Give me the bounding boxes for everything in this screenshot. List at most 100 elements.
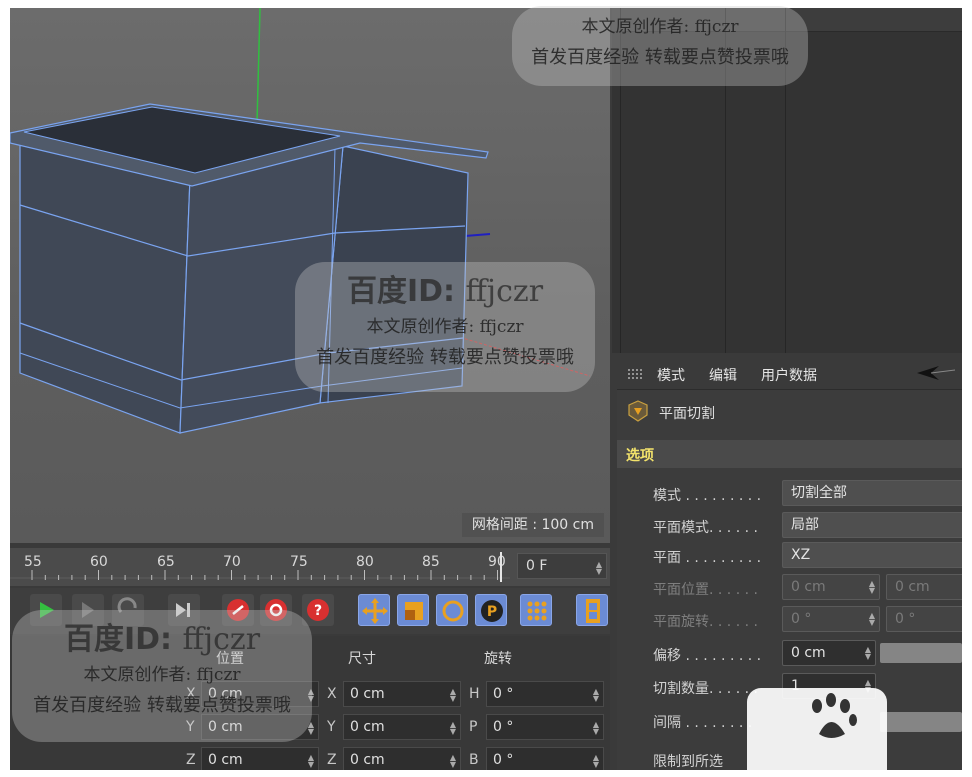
options-section-label: 选项 bbox=[626, 448, 654, 464]
size-y-value: 0 cm bbox=[350, 719, 385, 735]
rot-p-value: 0 ° bbox=[493, 719, 514, 735]
plane-mode-dropdown[interactable]: 局部 bbox=[782, 512, 962, 538]
left-face bbox=[19, 137, 191, 434]
watermark-id-prefix: 百度ID: bbox=[63, 622, 173, 657]
plane-rotation-field-2[interactable]: 0 ° bbox=[886, 606, 962, 632]
spinner-icon[interactable]: ▲▼ bbox=[596, 561, 602, 576]
plane-cut-icon bbox=[628, 400, 648, 422]
watermark-top: 本文原创作者: ffjczr 首发百度经验 转载要点赞投票哦 bbox=[512, 12, 808, 69]
object-title: 平面切割 bbox=[659, 406, 715, 422]
attribute-manager-panel: 模式 编辑 用户数据 平面切割 选项 模式 . . . . . . . . . … bbox=[617, 356, 962, 770]
offset-slider[interactable] bbox=[880, 643, 962, 663]
rot-b-axis: B bbox=[469, 752, 479, 768]
baidu-logo-watermark bbox=[747, 688, 887, 770]
svg-text:?: ? bbox=[314, 603, 322, 619]
grid-spacing-readout: 网格间距 : 100 cm bbox=[461, 513, 604, 537]
object-title-row: 平面切割 bbox=[617, 392, 962, 432]
watermark-notice-line: 首发百度经验 转载要点赞投票哦 bbox=[33, 695, 291, 716]
parameter-key-button[interactable]: P bbox=[475, 594, 507, 626]
spinner-icon[interactable]: ▲▼ bbox=[593, 754, 599, 769]
plane-rotation-value-2: 0 ° bbox=[895, 611, 916, 627]
watermark-bottom: 百度ID: ffjczr 本文原创作者: ffjczr 首发百度经验 转载要点赞… bbox=[12, 614, 312, 717]
plane-position-field-2[interactable]: 0 cm bbox=[886, 574, 962, 600]
attribute-menubar: 模式 编辑 用户数据 bbox=[617, 356, 962, 390]
size-z-value: 0 cm bbox=[350, 752, 385, 768]
rot-h-axis: H bbox=[469, 686, 480, 702]
spacing-slider[interactable] bbox=[880, 712, 962, 732]
offset-value: 0 cm bbox=[791, 645, 826, 661]
plane-position-field-1[interactable]: 0 cm ▲ ▼ bbox=[782, 574, 880, 600]
timeline-ruler[interactable]: 55 60 65 70 75 80 85 90 0 F ▲ ▼ bbox=[10, 548, 610, 586]
point-level-button[interactable] bbox=[520, 594, 552, 626]
plane-rotation-value-1: 0 ° bbox=[791, 611, 812, 627]
watermark-center: 百度ID: ffjczr 本文原创作者: ffjczr 首发百度经验 转载要点赞… bbox=[295, 266, 595, 369]
cut-count-label: 切割数量. . . . . . bbox=[653, 681, 758, 697]
watermark-author-line: 本文原创作者: ffjczr bbox=[581, 17, 739, 37]
watermark-author-line: 本文原创作者: ffjczr bbox=[83, 665, 241, 685]
rot-h-value: 0 ° bbox=[493, 686, 514, 702]
z-axis-line bbox=[464, 233, 491, 237]
spinner-icon[interactable]: ▲▼ bbox=[865, 646, 871, 661]
rotate-key-button[interactable] bbox=[436, 594, 468, 626]
rot-h-field[interactable]: 0 ° ▲ ▼ bbox=[486, 681, 604, 707]
size-x-field[interactable]: 0 cm ▲ ▼ bbox=[343, 681, 461, 707]
watermark-id-value: ffjczr bbox=[465, 274, 544, 309]
film-strip-button[interactable] bbox=[576, 594, 608, 626]
size-y-axis: Y bbox=[327, 719, 336, 735]
rot-p-field[interactable]: 0 ° ▲ ▼ bbox=[486, 714, 604, 740]
size-z-field[interactable]: 0 cm ▲ ▼ bbox=[343, 747, 461, 770]
plane-label: 平面 . . . . . . . . . bbox=[653, 550, 762, 566]
grip-icon[interactable] bbox=[627, 368, 643, 380]
size-z-axis: Z bbox=[327, 752, 337, 768]
y-axis-line bbox=[256, 8, 261, 124]
size-x-value: 0 cm bbox=[350, 686, 385, 702]
rotation-header: 旋转 bbox=[484, 651, 512, 667]
watermark-notice-line: 首发百度经验 转载要点赞投票哦 bbox=[316, 347, 574, 368]
spinner-icon[interactable]: ▲▼ bbox=[593, 688, 599, 703]
options-section-header[interactable]: 选项 bbox=[617, 440, 962, 468]
offset-label: 偏移 . . . . . . . . . bbox=[653, 648, 762, 664]
plane-position-value-1: 0 cm bbox=[791, 579, 826, 595]
back-arrow-icon[interactable] bbox=[915, 364, 955, 382]
offset-field[interactable]: 0 cm ▲ ▼ bbox=[782, 640, 876, 666]
mode-label: 模式 . . . . . . . . . bbox=[653, 488, 762, 504]
watermark-author-line: 本文原创作者: ffjczr bbox=[366, 317, 524, 337]
move-key-button[interactable] bbox=[358, 594, 390, 626]
size-header: 尺寸 bbox=[348, 651, 376, 667]
watermark-id-value: ffjczr bbox=[182, 622, 261, 657]
menu-mode[interactable]: 模式 bbox=[657, 365, 685, 385]
ruler-ticks: 55 60 65 70 75 80 85 90 bbox=[10, 548, 510, 586]
rot-b-field[interactable]: 0 ° ▲ ▼ bbox=[486, 747, 604, 770]
plane-position-value-2: 0 cm bbox=[895, 579, 930, 595]
scale-key-button[interactable] bbox=[397, 594, 429, 626]
current-frame-value: 0 F bbox=[526, 558, 548, 574]
ruler-marks bbox=[10, 552, 510, 582]
watermark-id-prefix: 百度ID: bbox=[346, 274, 456, 309]
spinner-icon[interactable]: ▲▼ bbox=[593, 721, 599, 736]
rot-p-axis: P bbox=[469, 719, 478, 735]
spinner-icon[interactable]: ▲▼ bbox=[450, 688, 456, 703]
mode-dropdown[interactable]: 切割全部 bbox=[782, 480, 962, 506]
pos-z-axis: Z bbox=[186, 752, 196, 768]
pos-z-value: 0 cm bbox=[208, 752, 243, 768]
plane-rotation-field-1[interactable]: 0 ° ▲ ▼ bbox=[782, 606, 880, 632]
menu-edit[interactable]: 编辑 bbox=[709, 365, 737, 385]
limit-selection-label[interactable]: 限制到所选 bbox=[653, 751, 723, 770]
plane-mode-label: 平面模式. . . . . . bbox=[653, 520, 758, 536]
plane-position-label: 平面位置. . . . . . bbox=[653, 582, 758, 598]
size-y-field[interactable]: 0 cm ▲ ▼ bbox=[343, 714, 461, 740]
spinner-icon[interactable]: ▲▼ bbox=[450, 754, 456, 769]
spinner-icon[interactable]: ▲▼ bbox=[308, 754, 314, 769]
spinner-icon[interactable]: ▲▼ bbox=[450, 721, 456, 736]
plane-rotation-label: 平面旋转. . . . . . bbox=[653, 614, 758, 630]
menu-user-data[interactable]: 用户数据 bbox=[761, 365, 817, 385]
spinner-icon[interactable]: ▲▼ bbox=[869, 580, 875, 595]
plane-dropdown[interactable]: XZ bbox=[782, 542, 962, 568]
spacing-label: 间隔 . . . . . . . . bbox=[653, 715, 753, 731]
spinner-icon[interactable]: ▲▼ bbox=[869, 612, 875, 627]
paw-icon bbox=[812, 693, 857, 738]
pos-z-field[interactable]: 0 cm ▲ ▼ bbox=[201, 747, 319, 770]
rot-b-value: 0 ° bbox=[493, 752, 514, 768]
watermark-notice-line: 首发百度经验 转载要点赞投票哦 bbox=[531, 47, 789, 68]
current-frame-field[interactable]: 0 F ▲ ▼ bbox=[517, 553, 607, 579]
